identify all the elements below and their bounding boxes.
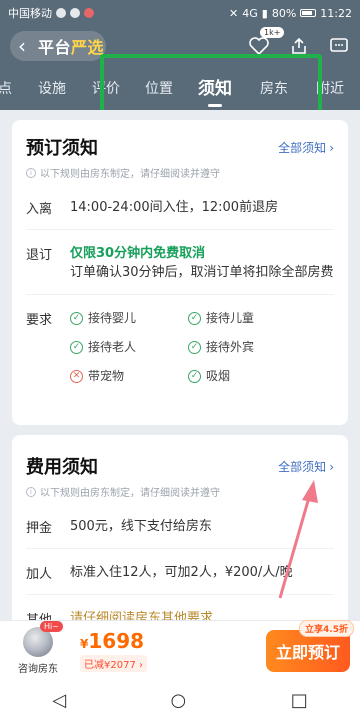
android-navigation-bar: ◁ ○ □ — [0, 680, 360, 720]
tab-host[interactable]: 房东 — [260, 78, 288, 98]
chat-icon — [56, 8, 66, 18]
cross-icon: ✕ — [70, 370, 83, 383]
tab-point[interactable]: 点 — [0, 78, 12, 98]
share-icon — [292, 37, 306, 54]
booking-see-all-link[interactable]: 全部须知 › — [278, 139, 334, 156]
network-label: 4G — [242, 6, 258, 20]
discount-tag: 立享4.5折 — [299, 619, 354, 637]
booking-notice-title: 预订须知 — [26, 138, 98, 159]
booking-notice-subtitle: i 以下规则由房东制定，请仔细阅读并遵守 — [26, 165, 334, 180]
cloud-icon — [70, 8, 80, 18]
extra-guest-value: 标准入住12人，可加2人，¥200/人/晚 — [70, 565, 293, 580]
chevron-left-icon: ‹ — [18, 34, 26, 58]
book-now-button[interactable]: 立即预订 立享4.5折 — [266, 619, 354, 672]
divider — [26, 294, 334, 295]
chevron-right-icon: › — [329, 459, 334, 474]
share-button[interactable] — [288, 35, 310, 57]
clock: 11:22 — [320, 6, 352, 20]
cancel-highlight: 仅限30分钟内免费取消 — [70, 246, 206, 261]
divider — [26, 594, 334, 595]
other-label: 其他 — [26, 609, 70, 620]
fee-see-all-link[interactable]: 全部须知 › — [278, 458, 334, 475]
checkin-label: 入离 — [26, 202, 53, 217]
tab-facilities[interactable]: 设施 — [38, 78, 66, 98]
heart-icon — [249, 37, 269, 55]
message-icon — [330, 38, 348, 52]
hi-badge: Hi~ — [40, 620, 63, 632]
top-nav-bar: ‹ 平台严选 1k+ — [0, 26, 360, 66]
requirements-list: ✓ 接待婴儿 ✓ 接待儿童 ✓ 接待老人 ✓ 接待外宾 ✕ 带宠物 ✓ 吸烟 — [70, 309, 334, 386]
bottom-action-bar: Hi~ 咨询房东 ¥1698 已减¥2077 › 立即预订 立享4.5折 — [0, 619, 360, 680]
chevron-right-icon: › — [329, 140, 334, 155]
signal-icon: ▮ — [261, 6, 268, 20]
fee-notice-title: 费用须知 — [26, 457, 98, 478]
contact-host-button[interactable]: Hi~ 咨询房东 — [10, 620, 66, 675]
favorite-button[interactable]: 1k+ — [248, 27, 285, 57]
brand-logo: 平台严选 — [38, 38, 105, 57]
cancel-detail: 订单确认30分钟后，取消订单将扣除全部房费 — [70, 265, 334, 280]
requirement-item: ✕ 带宠物 — [70, 367, 184, 386]
divider — [26, 548, 334, 549]
check-icon: ✓ — [188, 341, 201, 354]
recents-square-icon[interactable]: □ — [291, 690, 308, 711]
discount-badge[interactable]: 已减¥2077 › — [80, 655, 147, 672]
back-button[interactable]: ‹ 平台严选 — [10, 31, 106, 61]
contact-host-label: 咨询房东 — [18, 663, 58, 675]
check-icon: ✓ — [70, 341, 83, 354]
fee-notice-subtitle: i 以下规则由房东制定，请仔细阅读并遵守 — [26, 484, 334, 499]
content-scroll-area[interactable]: 预订须知 全部须知 › i 以下规则由房东制定，请仔细阅读并遵守 入离 14:00… — [0, 110, 360, 620]
info-icon: i — [26, 486, 36, 497]
info-icon: i — [26, 167, 36, 178]
check-icon: ✓ — [188, 312, 201, 325]
tab-reviews[interactable]: 评价 — [92, 78, 120, 98]
app-notification-icon — [84, 8, 94, 18]
home-circle-icon[interactable]: ○ — [171, 690, 187, 711]
requirement-item: ✓ 接待婴儿 — [70, 309, 184, 328]
deposit-value: 500元，线下支付给房东 — [70, 519, 212, 534]
tab-notice[interactable]: 须知 — [198, 74, 232, 99]
requirement-item: ✓ 接待外宾 — [188, 338, 302, 357]
carrier-label: 中国移动 — [8, 7, 52, 20]
fee-notice-card: 费用须知 全部须知 › i 以下规则由房东制定，请仔细阅读并遵守 押金 500元，… — [12, 435, 348, 620]
checkin-value: 14:00-24:00间入住，12:00前退房 — [70, 200, 279, 215]
deposit-label: 押金 — [26, 521, 53, 536]
price-block: ¥1698 已减¥2077 › — [80, 629, 147, 672]
tab-location[interactable]: 位置 — [145, 78, 173, 98]
battery-icon — [300, 9, 317, 17]
check-icon: ✓ — [188, 370, 201, 383]
requirement-item: ✓ 接待老人 — [70, 338, 184, 357]
battery-percent: 80% — [271, 6, 297, 20]
section-tabs: 点 设施 评价 位置 须知 房东 附近 — [0, 66, 360, 110]
status-bar: 中国移动 ✕ 4G ▮ 80% 11:22 — [0, 0, 360, 26]
requirements-label: 要求 — [26, 313, 53, 328]
tab-nearby[interactable]: 附近 — [316, 78, 344, 98]
booking-notice-card: 预订须知 全部须知 › i 以下规则由房东制定，请仔细阅读并遵守 入离 14:00… — [12, 120, 348, 425]
price: ¥1698 — [80, 629, 145, 653]
extra-guest-label: 加人 — [26, 567, 53, 582]
divider — [26, 229, 334, 230]
mute-icon: ✕ — [229, 6, 239, 20]
requirement-item: ✓ 吸烟 — [188, 367, 302, 386]
app-screen: 中国移动 ✕ 4G ▮ 80% 11:22 ‹ 平台严选 1k+ 点 设施 评价… — [0, 0, 360, 720]
back-triangle-icon[interactable]: ◁ — [52, 690, 66, 711]
message-button[interactable] — [328, 35, 350, 57]
requirement-item: ✓ 接待儿童 — [188, 309, 302, 328]
favorite-count-badge: 1k+ — [260, 27, 285, 38]
cancel-label: 退订 — [26, 248, 53, 263]
other-value: 请仔细阅读房东其他要求 — [70, 611, 214, 620]
check-icon: ✓ — [70, 312, 83, 325]
